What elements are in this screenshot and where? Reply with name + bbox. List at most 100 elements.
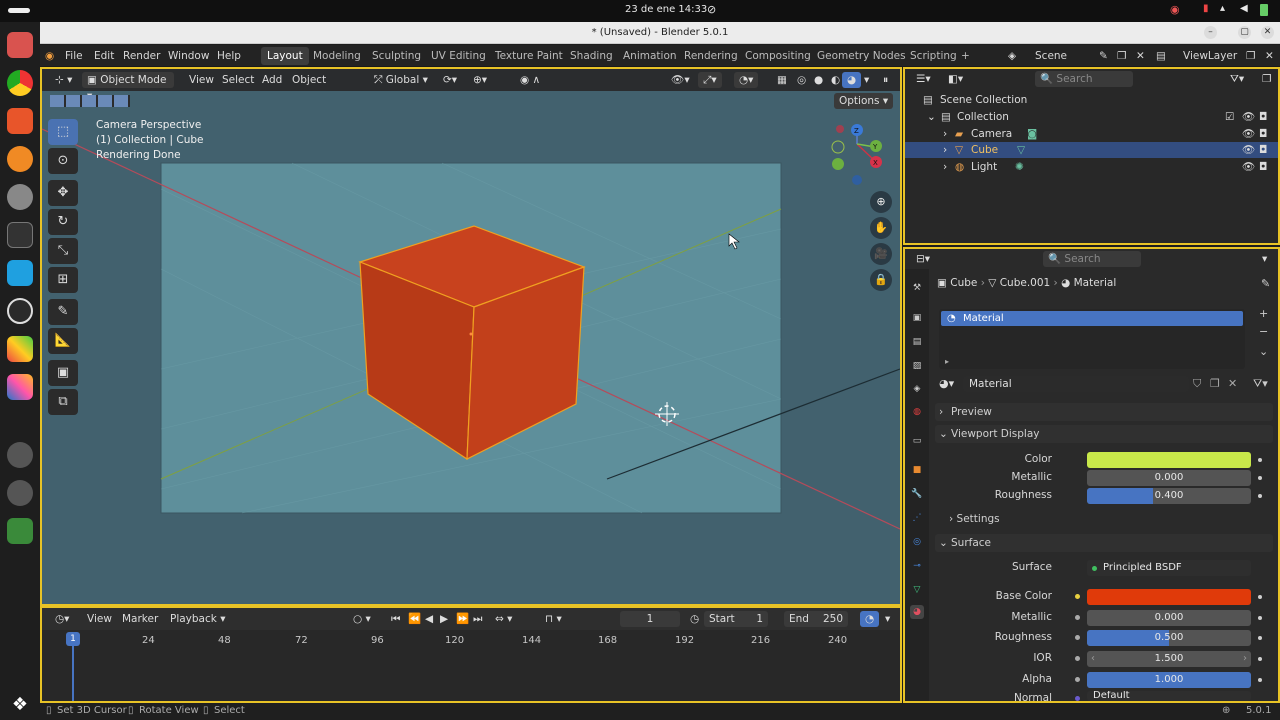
terminal-app-icon[interactable] [7,222,33,248]
normal-field[interactable]: Default [1087,691,1251,701]
timeline-editor-type-icon[interactable]: ◷▾ [50,611,74,627]
menu-render[interactable]: Render [123,50,160,62]
expand-icon[interactable]: › [943,126,947,142]
measure-tool-icon[interactable]: 📐 [48,328,78,354]
obs-app-icon[interactable] [7,298,33,324]
increment-icon[interactable]: › [1243,651,1247,667]
scene-name[interactable]: Scene [1035,50,1067,62]
object-tab-icon[interactable]: ■ [910,463,924,477]
extra-tool-icon[interactable]: ⧉ [48,389,78,415]
xray-icon[interactable]: ▦ [772,72,792,88]
start-frame-field[interactable]: Start 1 [704,611,768,627]
tab-compositing[interactable]: Compositing [745,50,811,62]
menu-file[interactable]: File [65,50,83,62]
object-mode-dropdown[interactable]: ▣ Object Mode ▾ [82,72,174,102]
vd-metallic-slider[interactable]: 0.000 [1087,470,1251,486]
expand-slots-icon[interactable]: ▸ [945,357,949,366]
menu-object[interactable]: Object [287,72,331,88]
jump-end-icon[interactable]: ⏭ [468,611,487,627]
expand-icon[interactable]: › [943,159,947,175]
delete-viewlayer-icon[interactable]: ✕ [1265,50,1274,62]
viewport-display-header[interactable]: ⌄ Viewport Display [935,425,1273,443]
transform-tool-icon[interactable]: ⊞ [48,267,78,293]
menu-help[interactable]: Help [217,50,241,62]
rotate-tool-icon[interactable]: ↻ [48,209,78,235]
new-scene-icon[interactable]: ❐ [1117,50,1126,62]
editor-app-icon[interactable] [7,260,33,286]
cursor-tool-icon[interactable]: ⊙ [48,148,78,174]
outliner-item-camera[interactable]: › ▰ Camera ◙ 👁 ◘ [905,126,1278,142]
material-tab-icon[interactable]: ◕ [910,605,924,619]
tab-texture-paint[interactable]: Texture Paint [495,50,563,62]
outliner-search[interactable]: 🔍 Search [1035,71,1133,87]
settings-app-icon[interactable] [7,184,33,210]
scene-collection-row[interactable]: ▤ Scene Collection [905,92,1278,108]
physics-tab-icon[interactable]: ◎ [910,535,924,549]
base-color-swatch[interactable] [1087,589,1251,605]
keyframe-dot-icon[interactable] [1258,616,1262,620]
camera-render-icon[interactable]: ◘ [1259,126,1267,142]
move-tool-icon[interactable]: ✥ [48,180,78,206]
tab-rendering[interactable]: Rendering [684,50,738,62]
timeline-menu-view[interactable]: View [82,611,117,627]
eye-icon[interactable]: 👁 [1242,126,1255,142]
new-viewlayer-icon[interactable]: ❐ [1246,50,1255,62]
maximize-icon[interactable]: ▢ [1238,26,1251,39]
options-dropdown[interactable]: Options ▾ [834,93,894,109]
collection-tab-icon[interactable]: ▭ [910,434,924,448]
current-frame-field[interactable]: 1 [620,611,680,627]
constraints-tab-icon[interactable]: ⊸ [910,559,924,573]
preview-panel-header[interactable]: › Preview [935,403,1273,421]
files-app-icon[interactable] [7,32,33,58]
keying-icon[interactable]: ⇔ ▾ [490,611,517,627]
disk-app-icon[interactable] [7,442,33,468]
editor-type-icon[interactable]: ⊹ ▾ [50,72,77,88]
overlay-toggle-icon[interactable]: ◔▾ [734,72,759,88]
value-socket-icon[interactable] [1075,635,1080,640]
menu-edit[interactable]: Edit [94,50,114,62]
keyframe-dot-icon[interactable] [1258,636,1262,640]
zoom-icon[interactable]: ⊕ [870,191,892,213]
timeline-options-icon[interactable]: ▾ [880,611,895,627]
value-socket-icon[interactable] [1075,656,1080,661]
material-slot-list[interactable]: ◔ Material [939,309,1245,369]
outliner-item-cube[interactable]: › ▽ Cube ▽ 👁 ◘ [905,142,1278,158]
timeline-editor[interactable]: ◷▾ View Marker Playback ▾ ○ ▾ ⏮ ⏪ ◀ ▶ ⏩ … [40,606,902,703]
properties-options-icon[interactable]: ▾ [1257,251,1272,267]
3d-viewport[interactable]: Z Y X ⊹ ▾ ▣ Object Mode ▾ View Select Ad… [40,67,902,606]
close-icon[interactable]: ✕ [1261,26,1274,39]
value-socket-icon[interactable] [1075,615,1080,620]
tab-shading[interactable]: Shading [570,50,613,62]
visibility-icon[interactable]: 👁▾ [666,72,695,88]
keyframe-dot-icon[interactable] [1258,476,1262,480]
lock-camera-icon[interactable]: 🔒 [870,269,892,291]
eye-icon[interactable]: 👁 [1242,142,1255,158]
blender-logo-icon[interactable]: ◉ [45,50,54,62]
chrome-app-icon[interactable] [7,70,33,96]
filter-icon[interactable]: ⛛▾ [1225,71,1249,87]
fake-user-icon[interactable]: ⛉ [1193,377,1201,391]
roughness-slider[interactable]: 0.500 [1087,630,1251,646]
keyframe-dot-icon[interactable] [1258,657,1262,661]
tab-animation[interactable]: Animation [623,50,677,62]
microphone-icon[interactable]: ▮ [1203,3,1209,14]
tab-uv-editing[interactable]: UV Editing [431,50,486,62]
node-options-icon[interactable]: ⛛▾ [1253,377,1268,391]
paint-app-icon[interactable] [7,336,33,362]
battery-icon[interactable] [1260,4,1268,16]
software-app-icon[interactable] [7,108,33,134]
gizmo-toggle-icon[interactable]: ⤢▾ [698,72,722,88]
volume-icon[interactable]: ◀ [1240,3,1248,14]
world-tab-icon[interactable]: ◍ [910,405,924,419]
keying-set-icon[interactable]: ⊓ ▾ [540,611,567,627]
properties-editor-type-icon[interactable]: ⊟▾ [911,251,935,267]
vd-roughness-slider[interactable]: 0.400 [1087,488,1251,504]
duplicate-material-icon[interactable]: ❐ [1210,377,1220,390]
expand-icon[interactable]: › [943,142,947,158]
timeline-menu-marker[interactable]: Marker [117,611,163,627]
scale-tool-icon[interactable]: ⤡ [48,238,78,264]
display-mode-icon[interactable]: ◧▾ [943,71,968,87]
collapse-icon[interactable]: ⌄ [927,109,936,125]
render-tab-icon[interactable]: ▣ [910,311,924,325]
delete-scene-icon[interactable]: ✕ [1136,50,1145,62]
